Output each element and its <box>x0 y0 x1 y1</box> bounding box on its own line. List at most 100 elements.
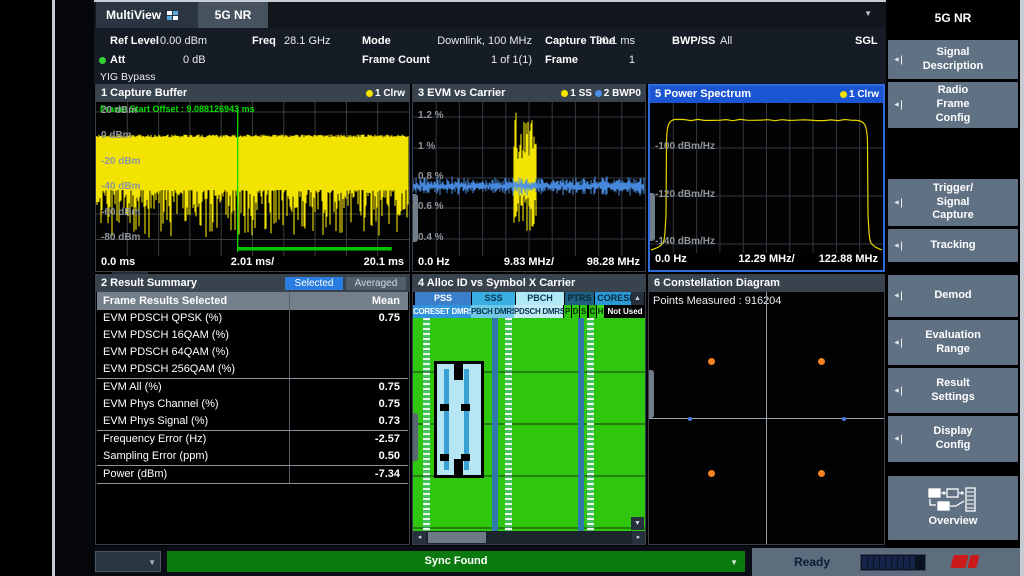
y-label: -80 dBm <box>101 232 140 243</box>
legend-pss: PSS <box>415 292 471 305</box>
constellation-x-axis <box>649 418 884 419</box>
tab-selected[interactable]: Selected <box>285 277 343 290</box>
y-label: 0.8 % <box>418 171 444 182</box>
panel-splitter-handle[interactable] <box>650 193 655 241</box>
panel-alloc-id: 4 Alloc ID vs Symbol X Carrier PSS SSS P… <box>412 274 646 545</box>
constellation-point <box>818 358 825 365</box>
summary-col-mean: Mean <box>372 292 400 310</box>
expand-marker-icon: ◄ <box>893 198 902 207</box>
progress-indicator <box>860 554 926 571</box>
tab-multiview[interactable]: MultiView <box>96 2 198 28</box>
softkey-radio-frame-config[interactable]: ◄Radio Frame Config <box>888 82 1018 128</box>
att-label: Att <box>110 54 125 66</box>
legend-ptrs: PTRS <box>565 292 594 305</box>
evm-plot: 1.2 % 1 % 0.8 % 0.6 % 0.4 % <box>413 102 645 256</box>
mode-value: Downlink, 100 MHz <box>435 35 532 47</box>
att-value: 0 dB <box>183 54 206 66</box>
panel-constellation-title[interactable]: 6 Constellation Diagram <box>649 275 884 292</box>
scroll-down-button[interactable]: ▼ <box>631 517 644 530</box>
trace1-dot <box>561 90 568 97</box>
horizontal-scrollbar[interactable]: ◂ ▸ <box>413 531 645 544</box>
expand-marker-icon: ◄ <box>893 435 902 444</box>
y-label: 1.2 % <box>418 110 444 121</box>
x-mid: 2.01 ms/ <box>96 256 409 268</box>
softkey-label: Trigger/ Signal Capture <box>932 182 974 223</box>
y-label: 0.4 % <box>418 232 444 243</box>
ssb-block <box>434 361 484 478</box>
evm-trace <box>413 102 645 256</box>
ready-label: Ready <box>794 548 830 576</box>
sync-dropdown-icon: ▼ <box>730 558 738 567</box>
scroll-right-button[interactable]: ▸ <box>632 531 645 544</box>
softkey-evaluation-range[interactable]: ◄ Evaluation Range <box>888 320 1018 365</box>
panel-capture-legend: 1 Clrw <box>366 85 405 102</box>
softkey-label: Signal Description <box>923 46 984 74</box>
y-label: 0 dBm <box>101 130 132 141</box>
constellation-point-small <box>688 417 692 421</box>
table-row: EVM Phys Signal (%)0.73 <box>97 413 408 430</box>
tab-5g-nr[interactable]: 5G NR <box>198 2 268 28</box>
ssb-mark <box>461 454 470 461</box>
panel-alloc-title[interactable]: 4 Alloc ID vs Symbol X Carrier <box>413 275 645 292</box>
table-row: EVM All (%)0.75 <box>97 379 408 396</box>
table-row: Sampling Error (ppm)0.50 <box>97 448 408 465</box>
softkey-label: Evaluation Range <box>925 329 981 357</box>
table-separator <box>97 483 408 484</box>
dropdown-arrow-icon: ▼ <box>148 558 156 567</box>
tab-5g-nr-label: 5G NR <box>215 8 252 22</box>
freq-value: 28.1 GHz <box>284 35 330 47</box>
panel-capture-title[interactable]: 1 Capture Buffer <box>96 85 409 102</box>
constellation-point-small <box>842 417 846 421</box>
softkey-label: Result Settings <box>931 377 974 405</box>
softkey-display-config[interactable]: ◄Display Config <box>888 416 1018 462</box>
legend-d: D <box>572 305 579 318</box>
table-row: EVM PDSCH 64QAM (%) <box>97 344 408 361</box>
ref-level-label: Ref Level <box>110 35 159 47</box>
frame-value: 1 <box>560 54 635 66</box>
scroll-up-button[interactable]: ▲ <box>631 292 644 305</box>
y-label: -20 dBm <box>101 156 140 167</box>
rs-logo-part <box>967 555 979 568</box>
ssb-mark <box>440 454 449 461</box>
constellation-plot: Points Measured : 916204 <box>649 292 884 544</box>
tabbar-dropdown-icon[interactable]: ▼ <box>864 9 872 18</box>
expand-marker-icon: ◄ <box>893 55 902 64</box>
softkey-label: Demod <box>934 289 971 303</box>
trace1-dot <box>366 90 373 97</box>
expand-marker-icon: ◄ <box>893 338 902 347</box>
status-dropdown[interactable]: ▼ <box>95 551 161 572</box>
table-row: Power (dBm)-7.34 <box>97 466 408 483</box>
softkey-demod[interactable]: ◄ Demod <box>888 275 1018 317</box>
scroll-left-button[interactable]: ◂ <box>413 531 426 544</box>
spectrum-x-axis: 0.0 Hz 12.29 MHz/ 122.88 MHz <box>650 253 883 270</box>
y-label: -40 dBm <box>101 181 140 192</box>
sync-status-label: Sync Found <box>167 551 745 572</box>
legend-s: S <box>580 305 587 318</box>
softkey-trigger-signal-capture[interactable]: ◄ Trigger/ Signal Capture <box>888 179 1018 226</box>
sync-status-bar[interactable]: Sync Found ▼ <box>167 551 745 572</box>
x-right: 122.88 MHz <box>819 253 878 265</box>
bwp-ss-value: All <box>720 35 732 47</box>
legend-pdsch-dmrs: PDSCH DMRS <box>514 305 563 318</box>
softkey-tracking[interactable]: ◄Tracking <box>888 229 1018 262</box>
scrollbar-thumb[interactable] <box>428 532 486 543</box>
softkey-result-settings[interactable]: ◄Result Settings <box>888 368 1018 413</box>
left-toolbar: 1:1 S SCPI EBA ? ? <box>55 0 94 576</box>
table-row: EVM Phys Channel (%)0.75 <box>97 396 408 413</box>
panel-splitter-handle[interactable] <box>413 194 418 242</box>
tab-bar: MultiView 5G NR ▼ <box>94 2 886 28</box>
expand-marker-icon: ◄ <box>893 292 902 301</box>
softkey-overview[interactable]: Overview <box>888 476 1018 540</box>
softkey-signal-description[interactable]: ◄ Signal Description <box>888 40 1018 79</box>
legend-p: P <box>564 305 571 318</box>
capture-waveform <box>96 102 409 256</box>
expand-marker-icon: ◄ <box>893 241 902 250</box>
panel-splitter-handle[interactable] <box>649 370 654 418</box>
tab-averaged[interactable]: Averaged <box>346 277 406 290</box>
panel-splitter-handle[interactable] <box>413 413 418 461</box>
rs-logo <box>950 555 968 568</box>
dmrs-stripe <box>505 318 512 532</box>
y-label: 20 dBm <box>101 105 137 116</box>
alloc-gridline <box>413 527 645 529</box>
x-right: 20.1 ms <box>364 256 404 268</box>
